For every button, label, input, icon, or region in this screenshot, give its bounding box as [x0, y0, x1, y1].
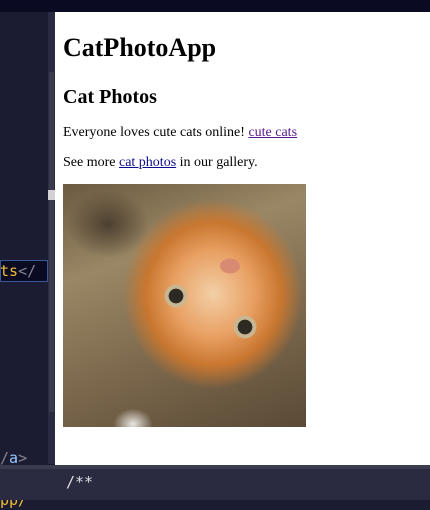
section-heading: Cat Photos: [63, 86, 157, 108]
code-line[interactable]: ts</: [0, 261, 36, 281]
paragraph-text: Everyone loves cute cats online!: [63, 125, 249, 140]
editor-scrollbar[interactable]: [48, 12, 55, 464]
preview-pane: CatPhotoApp Cat Photos Everyone loves cu…: [55, 12, 430, 465]
cat-image: [63, 184, 306, 427]
scrollbar-thumb[interactable]: [49, 72, 54, 412]
bottom-editor-panel[interactable]: /**: [0, 465, 430, 500]
cat-photos-link[interactable]: cat photos: [119, 155, 176, 170]
cute-cats-link[interactable]: cute cats: [248, 125, 297, 140]
code-comment: /**: [66, 473, 94, 491]
code-text: ts: [0, 262, 19, 280]
panel-divider[interactable]: [0, 465, 430, 469]
code-editor[interactable]: ts</ /a> pp/: [0, 12, 48, 509]
code-tag-close: </: [18, 262, 37, 280]
scrollbar-marker: [48, 190, 55, 200]
gallery-paragraph: See more cat photos in our gallery.: [63, 154, 258, 172]
paragraph-text: in our gallery.: [176, 155, 258, 170]
paragraph-text: See more: [63, 155, 119, 170]
intro-paragraph: Everyone loves cute cats online! cute ca…: [63, 124, 297, 142]
top-bar: [0, 0, 430, 12]
page-title: CatPhotoApp: [63, 33, 217, 62]
